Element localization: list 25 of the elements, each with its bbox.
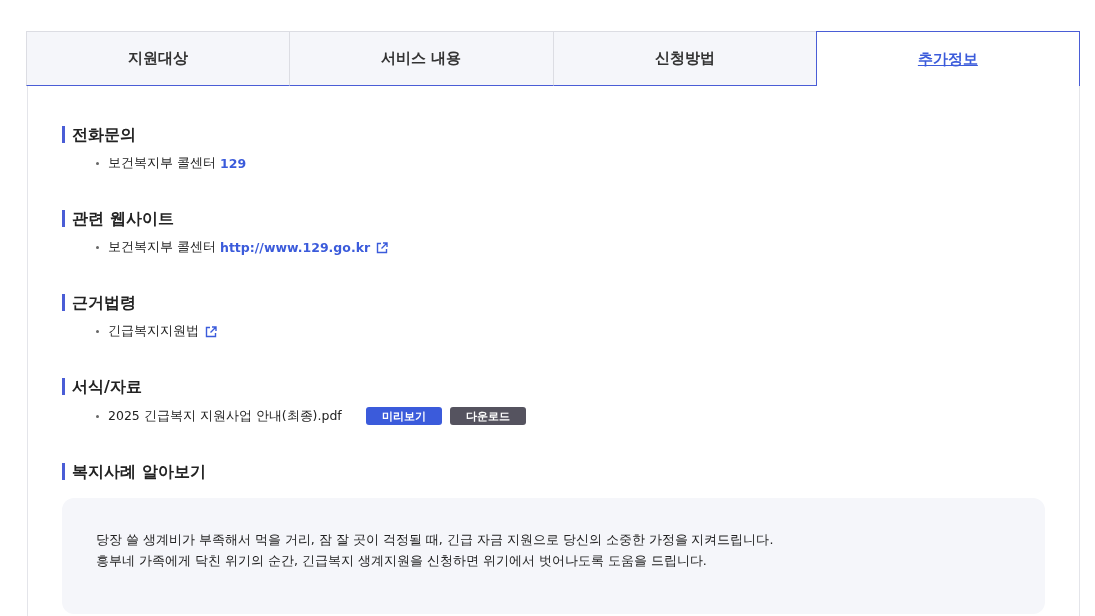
bullet-icon [96, 414, 99, 418]
section-heading: 관련 웹사이트 [62, 210, 174, 227]
item-text: 보건복지부 콜센터 [108, 239, 216, 256]
tab[interactable]: 서비스 내용 [289, 31, 554, 86]
case-text: 당장 쓸 생계비가 부족해서 먹을 거리, 잠 잘 곳이 걱정될 때, 긴급 자금 지원으로 당신의 소중한 가정을 지켜드립니다. [96, 532, 775, 549]
bullet-icon [96, 246, 99, 249]
item-text: 2025 긴급복지 지원사업 안내(최종).pdf [108, 407, 342, 425]
item-text: 보건복지부 콜센터 [108, 155, 216, 172]
external-link-icon[interactable] [205, 325, 217, 338]
section-heading: 복지사례 알아보기 [62, 463, 206, 480]
section-heading: 서식/자료 [62, 378, 142, 395]
tab[interactable]: 지원대상 [26, 31, 291, 86]
tab[interactable]: 신청방법 [552, 31, 817, 86]
item-text: 긴급복지지원법 [108, 323, 199, 340]
bullet-icon [96, 162, 99, 165]
link[interactable]: 129 [220, 156, 247, 171]
link[interactable]: http://www.129.go.kr [220, 240, 371, 255]
tab[interactable]: 추가정보 [815, 31, 1080, 86]
bullet-icon [96, 330, 99, 333]
section-heading: 근거법령 [62, 294, 136, 311]
case-text: 흥부네 가족에게 닥친 위기의 순간, 긴급복지 생계지원을 신청하면 위기에서 벗어나도록 도움을 드립니다. [96, 553, 708, 570]
section-heading: 전화문의 [62, 126, 136, 143]
external-link-icon[interactable] [376, 241, 389, 254]
file-button[interactable]: 다운로드 [449, 407, 526, 425]
file-button[interactable]: 미리보기 [365, 407, 442, 425]
